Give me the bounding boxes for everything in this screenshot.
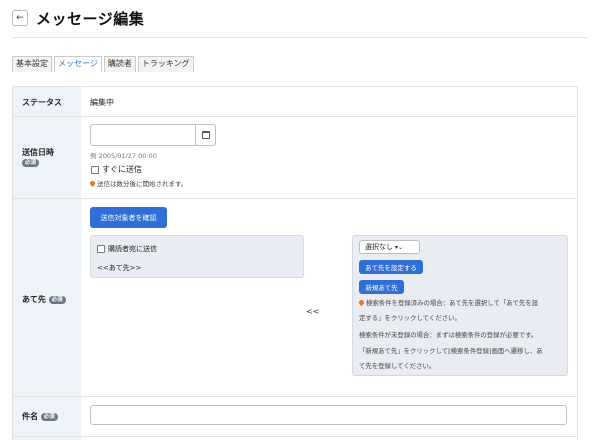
required-badge: 必須 (40, 412, 58, 421)
status-value: 編集中 (90, 98, 114, 107)
help-text: 検索条件を登録済みの場合：あて先を選択して「あて先を設 (366, 299, 539, 307)
header-divider (12, 37, 588, 38)
set-recipient-button[interactable]: あて先を設定する (359, 260, 423, 274)
help-line-5: て先を登録してください。 (359, 362, 436, 370)
required-badge: 必須 (48, 295, 66, 304)
send-date-field[interactable] (90, 124, 216, 146)
subscribers-only-option[interactable]: 購読者宛に送信 (97, 244, 157, 254)
send-date-row: 送信日時 必須 例 2005/01/27 00:00 すぐに送信 送信は数分後に… (13, 117, 577, 199)
recipient-row: あて先 必須 送信対象者を確認 購読者宛に送信 <<あて先>> << 選択なし … (13, 199, 577, 397)
new-recipient-button[interactable]: 新規あて先 (359, 280, 404, 294)
move-left-arrows[interactable]: << (306, 307, 319, 316)
send-date-label: 送信日時 (22, 148, 54, 157)
recipient-select-value: 選択なし (365, 243, 393, 251)
back-button[interactable]: ← (12, 10, 28, 26)
subject-row: 件名 必須 (13, 397, 577, 437)
tab-tracking[interactable]: トラッキング (137, 56, 194, 72)
send-now-label: すぐに送信 (102, 165, 142, 174)
pin-icon (357, 298, 366, 307)
recipient-label-group: あて先 必須 (22, 294, 66, 305)
label-cell: 送信日時 必須 (13, 117, 81, 198)
label-cell: ステータス (13, 87, 81, 116)
arrow-left-icon: ← (16, 13, 24, 23)
calendar-button[interactable] (195, 125, 215, 145)
label-cell: 件名 必須 (13, 397, 81, 436)
status-label: ステータス (22, 98, 62, 107)
date-example: 例 2005/01/27 00:00 (90, 152, 157, 160)
recipient-select[interactable]: 選択なし ▾⌄ (359, 240, 420, 254)
send-note: 送信は数分後に開始されます。 (88, 178, 188, 188)
status-row: ステータス 編集中 (13, 87, 577, 117)
tab-message[interactable]: メッセージ (54, 56, 102, 72)
required-badge: 必須 (22, 158, 40, 167)
recipient-placeholder: <<あて先>> (97, 264, 142, 272)
page-header: ← メッセージ編集 (12, 6, 144, 30)
tab-subscribers[interactable]: 購読者 (103, 56, 136, 72)
send-note-text: 送信は数分後に開始されます。 (97, 180, 188, 188)
tab-basic-settings[interactable]: 基本設定 (12, 56, 52, 72)
subject-label: 件名 (22, 412, 38, 421)
recipient-label: あて先 (22, 295, 46, 304)
send-now-checkbox[interactable] (91, 165, 99, 174)
label-cell: あて先 必須 (13, 199, 81, 396)
calendar-icon (201, 131, 210, 139)
recipient-options-box: 選択なし ▾⌄ あて先を設定する 新規あて先 検索条件を登録済みの場合：あて先を… (352, 235, 568, 376)
page-title: メッセージ編集 (36, 9, 145, 28)
selected-recipients-box: 購読者宛に送信 <<あて先>> (90, 235, 304, 278)
caret-down-icon: ▾⌄ (395, 243, 404, 251)
confirm-recipients-button[interactable]: 送信対象者を確認 (90, 207, 167, 228)
help-line-4: 「新規あて先」をクリックして[検索条件登録]画面へ遷移し、あ (359, 347, 543, 355)
subject-input[interactable] (90, 405, 567, 425)
help-line-3: 検索条件が未登録の場合：まずは検索条件の登録が必要です。 (359, 331, 538, 339)
tab-bar: 基本設定 メッセージ 購読者 トラッキング (12, 56, 196, 72)
help-line-2: 定する」をクリックしてください。 (359, 314, 461, 322)
message-form: ステータス 編集中 送信日時 必須 例 2005/01/27 00:00 すぐに… (12, 86, 578, 440)
pin-icon (88, 179, 97, 187)
help-line-1: 検索条件を登録済みの場合：あて先を選択して「あて先を設 (357, 298, 539, 307)
send-now-option[interactable]: すぐに送信 (91, 164, 142, 175)
subscribers-only-label: 購読者宛に送信 (108, 245, 157, 253)
subject-label-group: 件名 必須 (22, 411, 58, 422)
subscribers-only-checkbox[interactable] (97, 245, 105, 253)
